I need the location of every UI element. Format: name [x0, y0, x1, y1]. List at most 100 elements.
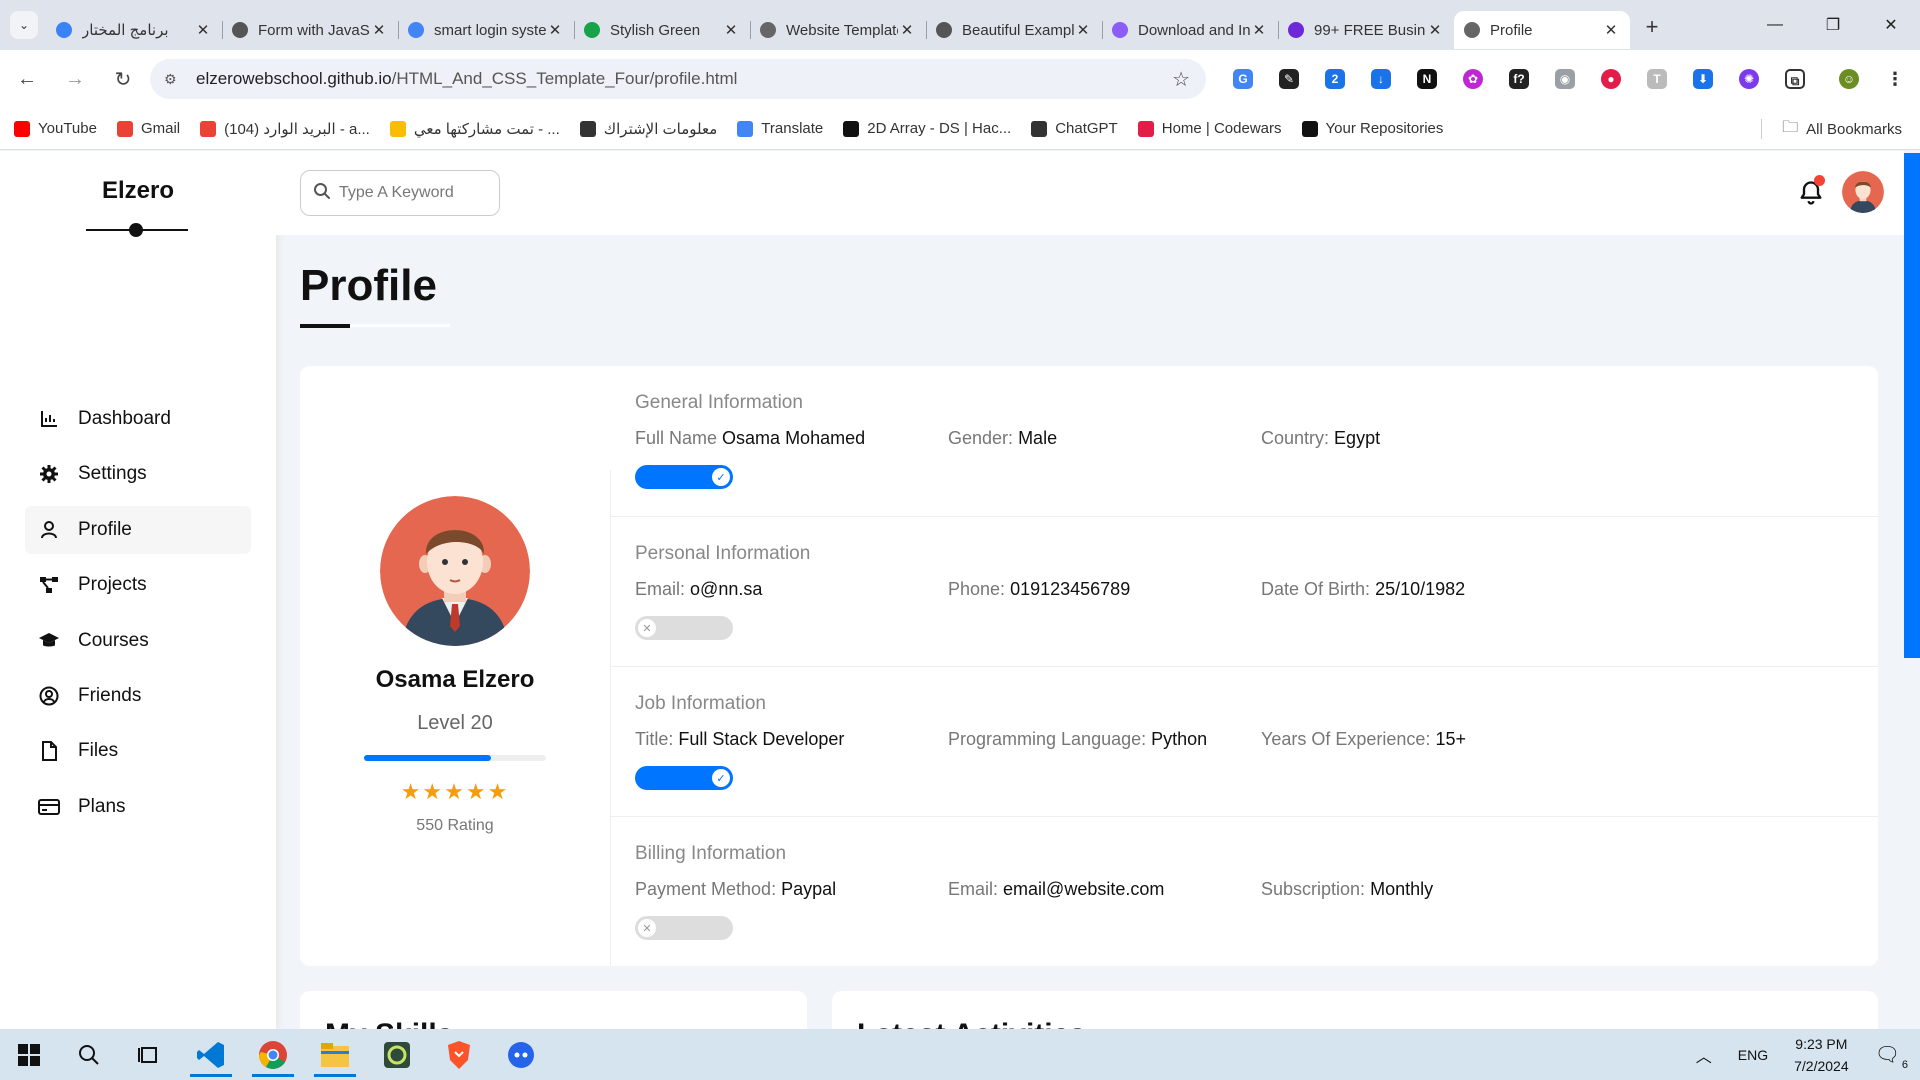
app-icon[interactable]: [374, 1032, 420, 1077]
discord-icon[interactable]: [498, 1032, 544, 1077]
windows-start-icon[interactable]: [6, 1032, 52, 1077]
tab-close-icon[interactable]: ✕: [898, 21, 916, 39]
tab-title: برنامج المختار: [82, 22, 169, 39]
page-title: Profile: [300, 261, 437, 310]
download-extension-icon[interactable]: ↓: [1364, 62, 1398, 96]
field-value: o@nn.sa: [690, 579, 763, 599]
save-extension-icon[interactable]: ⬇: [1686, 62, 1720, 96]
sidebar-item-profile[interactable]: Profile: [25, 505, 251, 554]
brave-icon[interactable]: [436, 1032, 482, 1077]
language-indicator[interactable]: ENG: [1738, 1047, 1768, 1063]
bookmark-item[interactable]: تمت مشاركتها معي - ...: [389, 120, 560, 138]
tab-close-icon[interactable]: ✕: [546, 21, 564, 39]
field-label: Years Of Experience:: [1261, 729, 1431, 749]
eyedropper-extension-icon[interactable]: ✎: [1272, 62, 1306, 96]
page-scrollbar[interactable]: [1904, 151, 1920, 1029]
text-extension-icon[interactable]: T: [1640, 62, 1674, 96]
bookmark-item[interactable]: Home | Codewars: [1137, 120, 1282, 137]
search-input[interactable]: [339, 184, 489, 202]
reload-button[interactable]: ↻: [102, 58, 144, 100]
tab-close-icon[interactable]: ✕: [370, 21, 388, 39]
bookmark-star-icon[interactable]: ☆: [1172, 67, 1190, 92]
clock[interactable]: 9:23 PM 7/2/2024: [1794, 1033, 1849, 1077]
field-label: Programming Language:: [948, 729, 1147, 749]
search-box[interactable]: [300, 170, 500, 216]
section-toggle[interactable]: ✕: [635, 916, 733, 940]
restore-button[interactable]: ❐: [1804, 0, 1862, 50]
browser-tab[interactable]: Download and Install✕: [1102, 11, 1278, 49]
sidebar-item-friends[interactable]: Friends: [25, 672, 251, 720]
sidebar-item-settings[interactable]: Settings: [25, 450, 251, 498]
sidebar-item-label: Profile: [78, 518, 132, 540]
brain-extension-icon[interactable]: ✿: [1456, 62, 1490, 96]
sidebar-item-files[interactable]: Files: [25, 727, 251, 775]
sidebar-item-courses[interactable]: Courses: [25, 617, 251, 665]
browser-tab[interactable]: Beautiful Examples✕: [926, 11, 1102, 49]
camera-extension-icon[interactable]: ◉: [1548, 62, 1582, 96]
task-view-icon[interactable]: [126, 1032, 172, 1077]
chart-icon: [38, 408, 60, 430]
taskbar-search-icon[interactable]: [66, 1032, 112, 1077]
level-progress-fill: [364, 755, 492, 761]
site-info-icon[interactable]: ⚙: [164, 71, 186, 88]
section-toggle[interactable]: ✕: [635, 616, 733, 640]
profile-level: Level 20: [417, 712, 493, 734]
browser-tab[interactable]: Profile ✕: [1454, 11, 1630, 49]
browser-tab[interactable]: smart login system✕: [398, 11, 574, 49]
browser-tab[interactable]: برنامج المختار ✕: [46, 11, 222, 49]
notion-extension-icon[interactable]: N: [1410, 62, 1444, 96]
notification-bell-icon[interactable]: [1797, 175, 1825, 207]
section-toggle[interactable]: ✓: [635, 465, 733, 489]
all-bookmarks-button[interactable]: All Bookmarks: [1806, 121, 1902, 138]
tab-close-icon[interactable]: ✕: [194, 21, 212, 39]
bookmark-item[interactable]: ChatGPT: [1031, 120, 1118, 137]
address-bar[interactable]: ⚙ elzerowebschool.github.io/HTML_And_CSS…: [150, 59, 1206, 99]
forward-button[interactable]: →: [54, 58, 96, 100]
tab-search-button[interactable]: ⌄: [10, 11, 38, 39]
sidebar-item-dashboard[interactable]: Dashboard: [25, 395, 251, 443]
activities-heading: Latest Activities: [857, 1018, 1086, 1029]
back-button[interactable]: ←: [6, 58, 48, 100]
browser-tab[interactable]: Stylish Green ✕: [574, 11, 750, 49]
file-explorer-icon[interactable]: [312, 1032, 358, 1077]
tab-close-icon[interactable]: ✕: [1426, 21, 1444, 39]
font-extension-icon[interactable]: f?: [1502, 62, 1536, 96]
browser-tab[interactable]: Form with JavaScript✕: [222, 11, 398, 49]
browser-tab[interactable]: Website Template ✕: [750, 11, 926, 49]
profile-avatar-icon[interactable]: ☺: [1832, 62, 1866, 96]
new-tab-button[interactable]: +: [1636, 14, 1668, 40]
vscode-icon[interactable]: [188, 1032, 234, 1077]
bookmark-item[interactable]: معلومات الإشتراك: [579, 120, 717, 138]
scrollbar-thumb[interactable]: [1904, 153, 1920, 658]
browser-tab[interactable]: 99+ FREE Business✕: [1278, 11, 1454, 49]
bookmark-item[interactable]: Gmail: [116, 120, 180, 137]
minimize-button[interactable]: —: [1746, 0, 1804, 50]
tab-close-icon[interactable]: ✕: [722, 21, 740, 39]
section-toggle[interactable]: ✓: [635, 766, 733, 790]
extension-2-icon[interactable]: 2: [1318, 62, 1352, 96]
bookmark-item[interactable]: (104) البريد الوارد - a...: [200, 120, 370, 138]
sidebar-item-label: Files: [78, 740, 119, 762]
sidebar-item-plans[interactable]: Plans: [25, 783, 251, 831]
sidebar-item-projects[interactable]: Projects: [25, 561, 251, 609]
browser-menu-icon[interactable]: ⋮: [1878, 62, 1912, 96]
bookmark-item[interactable]: Translate: [737, 120, 823, 137]
close-window-button[interactable]: ✕: [1862, 0, 1920, 50]
tab-close-icon[interactable]: ✕: [1602, 21, 1620, 39]
skills-heading: My Skills: [325, 1018, 453, 1029]
chrome-icon[interactable]: [250, 1032, 296, 1077]
settings-extension-icon[interactable]: ✺: [1732, 62, 1766, 96]
puzzle-extensions-icon[interactable]: ⧉: [1778, 62, 1812, 96]
bookmark-item[interactable]: YouTube: [14, 120, 97, 137]
profile-name: Osama Elzero: [375, 666, 535, 693]
user-avatar[interactable]: [1842, 171, 1884, 213]
bookmark-item[interactable]: Your Repositories: [1301, 120, 1443, 137]
notification-center-icon[interactable]: 🗨 6: [1875, 1042, 1908, 1071]
tab-close-icon[interactable]: ✕: [1074, 21, 1092, 39]
tab-close-icon[interactable]: ✕: [1250, 21, 1268, 39]
show-hidden-icons-icon[interactable]: ︿: [1696, 1043, 1712, 1067]
bookmark-item[interactable]: 2D Array - DS | Hac...: [843, 120, 1011, 137]
info-field: Subscription: Monthly: [1261, 879, 1433, 900]
color-extension-icon[interactable]: ●: [1594, 62, 1628, 96]
translate-extension-icon[interactable]: G: [1226, 62, 1260, 96]
